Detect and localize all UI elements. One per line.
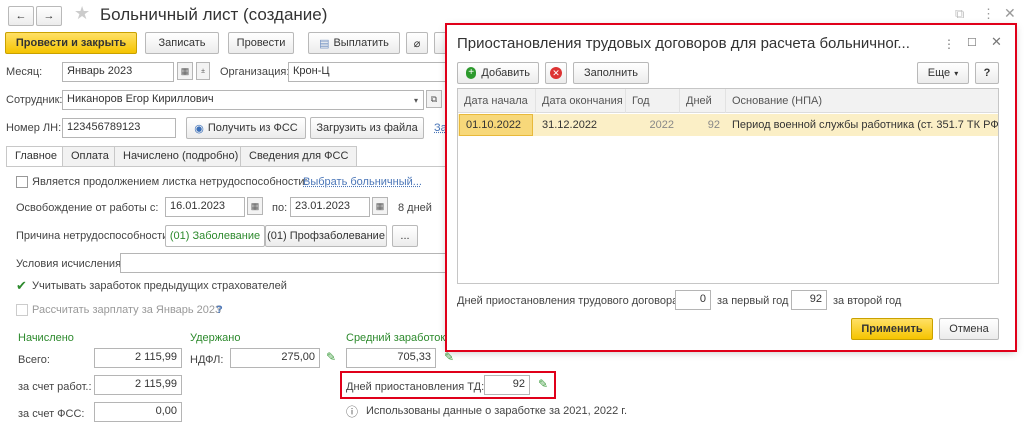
arrow-right-icon: → [43, 10, 55, 22]
post-and-close-button[interactable]: Провести и закрыть [5, 32, 137, 54]
get-from-fss-button[interactable]: ◉ Получить из ФСС [186, 117, 306, 139]
suspend-days-highlight [340, 371, 556, 399]
ln-input[interactable]: 123456789123 [62, 118, 176, 138]
fss-label: за счет ФСС: [18, 408, 85, 420]
calendar-icon[interactable]: ▦ [177, 62, 193, 80]
consider-prev-label: Учитывать заработок предыдущих страховат… [32, 280, 287, 292]
edit-pencil-icon[interactable]: ✎ [326, 351, 338, 363]
calendar-icon[interactable]: ▦ [372, 197, 388, 215]
cause-label: Причина нетрудоспособности: [16, 230, 172, 242]
month-stepper[interactable]: ± [196, 62, 210, 80]
help-icon[interactable]: ? [216, 304, 223, 316]
release-label: Освобождение от работы с: [16, 202, 159, 214]
arrow-left-icon: ← [15, 10, 27, 22]
tab-accrued-detail[interactable]: Начислено (подробно) [114, 146, 248, 166]
ndfl-value[interactable]: 275,00 [230, 348, 320, 368]
avg-earnings-value[interactable]: 705,33 [346, 348, 436, 368]
dialog-highlight [445, 23, 1017, 352]
pay-icon: ▤ [319, 37, 330, 50]
cause-selected-button[interactable]: (01) Заболевание [165, 225, 265, 247]
ln-label: Номер ЛН: [6, 122, 62, 134]
checkmark-icon[interactable]: ✔ [16, 278, 27, 294]
org-input[interactable]: Крон-Ц [288, 62, 448, 82]
ndfl-label: НДФЛ: [190, 354, 224, 366]
chevron-down-icon[interactable]: ▾ [408, 91, 424, 109]
back-button[interactable]: ← [8, 6, 34, 26]
date-to-input[interactable]: 23.01.2023 [290, 197, 370, 217]
more-vertical-icon[interactable]: ⋮ [982, 6, 995, 22]
continuation-label: Является продолжением листка нетрудоспос… [32, 176, 308, 188]
accrued-header: Начислено [18, 332, 74, 344]
tab-payment[interactable]: Оплата [62, 146, 118, 166]
total-value[interactable]: 2 115,99 [94, 348, 182, 368]
employee-input[interactable]: Никаноров Егор Кириллович [62, 90, 424, 110]
recalc-label: Рассчитать зарплату за Январь 2023 [32, 304, 222, 316]
date-from-input[interactable]: 16.01.2023 [165, 197, 245, 217]
avg-earnings-header: Средний заработок [346, 332, 446, 344]
choose-sheet-link[interactable]: Выбрать больничный... [303, 176, 422, 188]
window-title: Больничный лист (создание) [100, 5, 328, 24]
fss-value[interactable]: 0,00 [94, 402, 182, 422]
cause-more-button[interactable]: ... [392, 225, 418, 247]
conditions-input[interactable] [120, 253, 450, 273]
conditions-label: Условия исчисления: [16, 258, 125, 270]
tab-main[interactable]: Главное [6, 146, 67, 167]
employer-label: за счет работ.: [18, 381, 92, 393]
to-label: по: [272, 202, 288, 214]
tab-fss-info[interactable]: Сведения для ФСС [240, 146, 358, 166]
edit-pencil-icon[interactable]: ✎ [444, 351, 456, 363]
employer-value[interactable]: 2 115,99 [94, 375, 182, 395]
attach-button[interactable]: ⌀ [406, 32, 428, 54]
recalc-checkbox[interactable] [16, 304, 28, 316]
info-icon: ⓘ [346, 405, 359, 419]
tabs-divider [6, 166, 448, 167]
continuation-checkbox[interactable] [16, 176, 28, 188]
fss-globe-icon: ◉ [194, 122, 204, 135]
employee-label: Сотрудник: [6, 94, 63, 106]
withheld-header: Удержано [190, 332, 241, 344]
month-label: Месяц: [6, 66, 43, 78]
open-employee-icon[interactable]: ⧉ [426, 90, 442, 108]
calendar-icon[interactable]: ▦ [247, 197, 263, 215]
star-icon[interactable]: ★ [74, 3, 90, 24]
month-input[interactable]: Январь 2023 [62, 62, 174, 82]
cause-occupational-button[interactable]: (01) Профзаболевание [265, 225, 387, 247]
days-count: 8 дней [398, 202, 432, 214]
paperclip-icon: ⌀ [413, 37, 421, 50]
link-icon[interactable]: ⧉ [955, 6, 964, 22]
load-from-file-button[interactable]: Загрузить из файла [310, 117, 424, 139]
close-icon[interactable]: ✕ [1004, 5, 1016, 22]
pay-button[interactable]: ▤ Выплатить [308, 32, 400, 54]
total-label: Всего: [18, 354, 50, 366]
org-label: Организация: [220, 66, 290, 78]
earnings-info: Использованы данные о заработке за 2021,… [366, 405, 628, 417]
save-button[interactable]: Записать [145, 32, 219, 54]
forward-button[interactable]: → [36, 6, 62, 26]
post-button[interactable]: Провести [228, 32, 294, 54]
